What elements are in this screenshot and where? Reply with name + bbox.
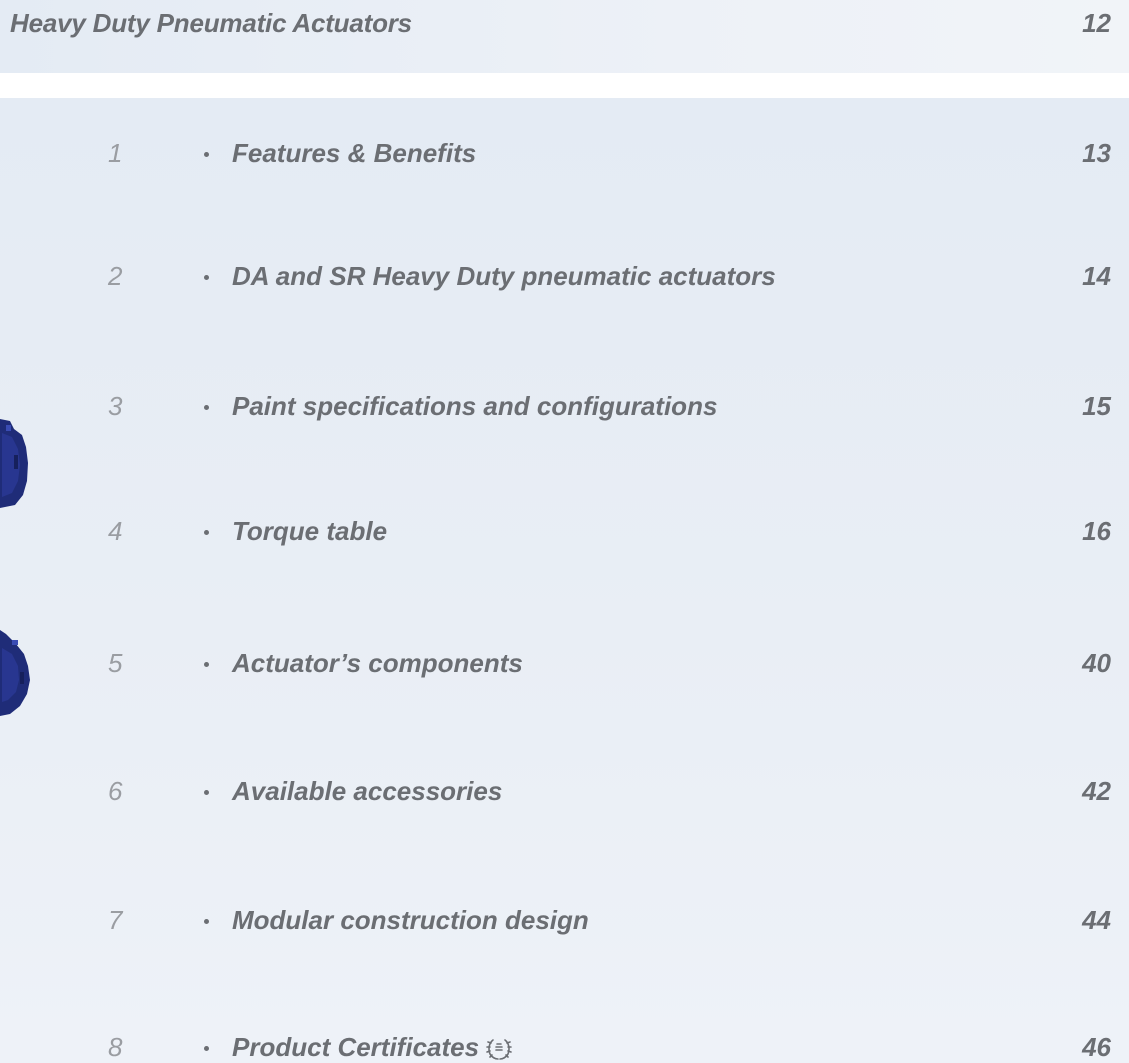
bullet-icon [204, 152, 209, 157]
toc-row-5[interactable]: 5 Actuator’s components 40 [0, 648, 1129, 688]
bullet-icon [204, 790, 209, 795]
toc-page-number: 14 [1082, 261, 1111, 291]
toc-page-number: 46 [1082, 1032, 1111, 1062]
toc-number: 8 [108, 1032, 123, 1062]
toc-label-text: Product Certificates [232, 1032, 480, 1062]
toc-number: 1 [108, 138, 123, 168]
toc-row-1[interactable]: 1 Features & Benefits 13 [0, 138, 1129, 178]
bullet-icon [204, 662, 209, 667]
section-title: Heavy Duty Pneumatic Actuators [10, 8, 412, 38]
toc-page-number: 13 [1082, 138, 1111, 168]
toc-label: Features & Benefits [232, 138, 477, 168]
section-header: Heavy Duty Pneumatic Actuators 12 [0, 0, 1129, 73]
toc-row-3[interactable]: 3 Paint specifications and configuration… [0, 391, 1129, 431]
toc-label: Product Certificates [232, 1032, 513, 1063]
toc-label: Modular construction design [232, 905, 589, 935]
toc-row-2[interactable]: 2 DA and SR Heavy Duty pneumatic actuato… [0, 261, 1129, 301]
bullet-icon [204, 919, 209, 924]
toc-number: 3 [108, 391, 123, 421]
toc-row-7[interactable]: 7 Modular construction design 44 [0, 905, 1129, 945]
toc-number: 6 [108, 776, 123, 806]
toc-number: 2 [108, 261, 123, 291]
laurel-certificate-icon [486, 1039, 512, 1060]
toc-label: Paint specifications and configurations [232, 391, 718, 421]
toc-row-8[interactable]: 8 Product Certificates 46 [0, 1032, 1129, 1063]
bullet-icon [204, 530, 209, 535]
bullet-icon [204, 405, 209, 410]
toc-number: 7 [108, 905, 123, 935]
toc-label: Available accessories [232, 776, 503, 806]
toc-number: 5 [108, 648, 123, 678]
toc-page-number: 15 [1082, 391, 1111, 421]
bullet-icon [204, 1046, 209, 1051]
toc-label: Torque table [232, 516, 388, 546]
toc-row-4[interactable]: 4 Torque table 16 [0, 516, 1129, 556]
toc-page-number: 44 [1082, 905, 1111, 935]
toc-page-number: 16 [1082, 516, 1111, 546]
toc-panel: 1 Features & Benefits 13 2 DA and SR Hea… [0, 98, 1129, 1063]
toc-page-number: 40 [1082, 648, 1111, 678]
bullet-icon [204, 275, 209, 280]
toc-row-6[interactable]: 6 Available accessories 42 [0, 776, 1129, 816]
toc-label: Actuator’s components [232, 648, 523, 678]
toc-label: DA and SR Heavy Duty pneumatic actuators [232, 261, 776, 291]
section-page-number: 12 [1082, 8, 1111, 38]
toc-number: 4 [108, 516, 123, 546]
toc-page-number: 42 [1082, 776, 1111, 806]
